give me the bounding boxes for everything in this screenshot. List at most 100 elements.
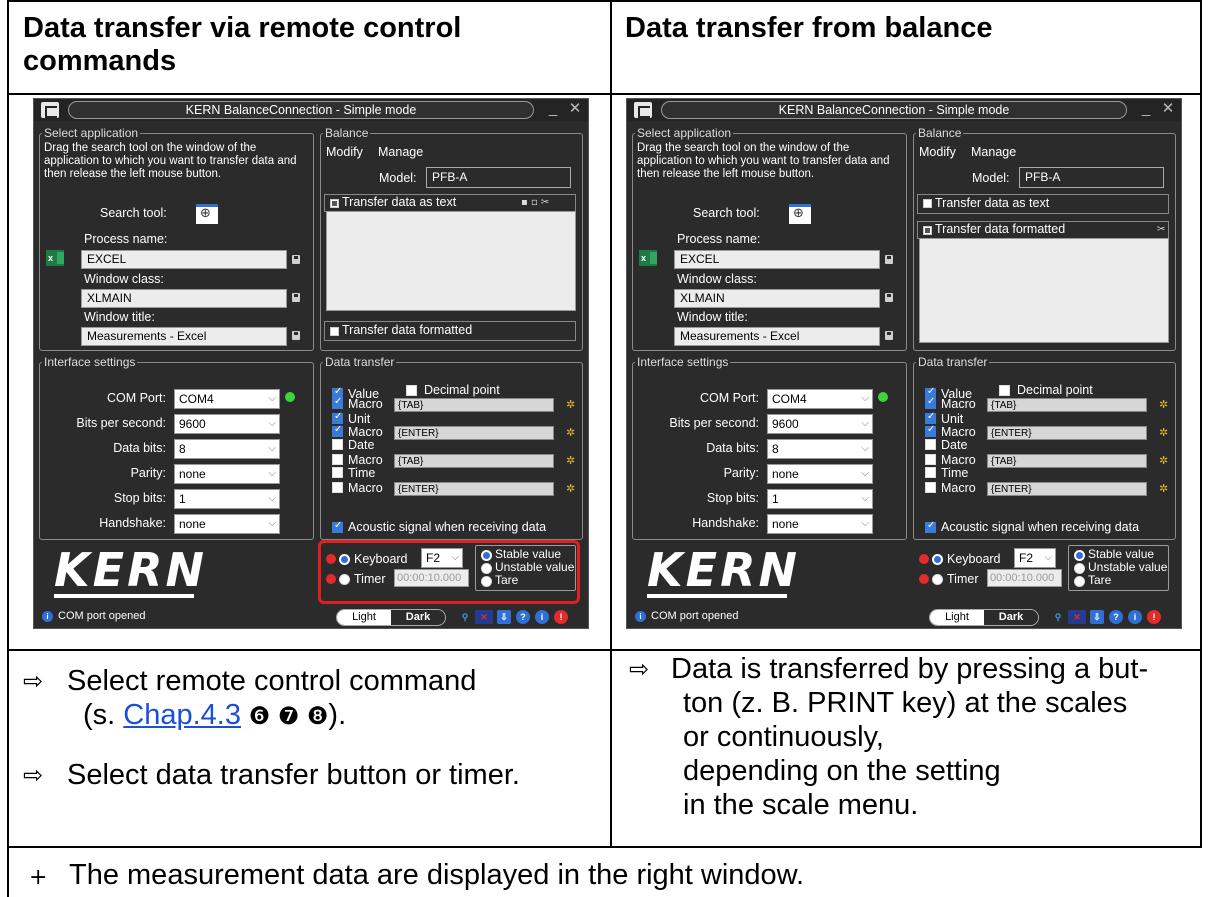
theme-toggle[interactable]: Light Dark <box>336 609 446 626</box>
com-port-select[interactable]: COM4 ⌵ <box>767 389 873 409</box>
data-item-checkbox[interactable] <box>925 467 936 478</box>
close-icon[interactable]: ✕ <box>1157 100 1179 119</box>
stop-bits-select[interactable]: 1 ⌵ <box>174 489 280 509</box>
balance-manage[interactable]: Manage <box>971 145 1016 159</box>
data-item-checkbox[interactable] <box>332 454 343 465</box>
minimize-icon[interactable]: _ <box>1135 100 1157 119</box>
theme-toggle[interactable]: Light Dark <box>929 609 1039 626</box>
macro-field[interactable]: {TAB} <box>987 398 1147 412</box>
transfer-formatted-checkbox[interactable] <box>923 226 932 235</box>
save-title-icon[interactable] <box>292 331 300 340</box>
formatted-tools-icon[interactable]: ✂ <box>1157 224 1165 235</box>
process-name-field[interactable]: EXCEL <box>674 250 880 269</box>
data-item-checkbox[interactable] <box>925 396 936 409</box>
macro-field[interactable]: {ENTER} <box>394 426 554 440</box>
window-class-field[interactable]: XLMAIN <box>674 289 880 308</box>
help-icon[interactable]: ? <box>516 610 530 624</box>
balance-modify[interactable]: Modify <box>919 145 956 159</box>
download-icon[interactable]: ⇩ <box>497 610 511 624</box>
theme-light[interactable]: Light <box>930 610 984 625</box>
macro-wand-icon[interactable]: ✲ <box>1159 454 1168 467</box>
handshake-select[interactable]: none ⌵ <box>767 514 873 534</box>
parity-select[interactable]: none ⌵ <box>767 464 873 484</box>
macro-wand-icon[interactable]: ✲ <box>1159 426 1168 439</box>
title-bar[interactable]: KERN BalanceConnection - Simple mode _ ✕ <box>34 99 588 121</box>
decimal-point-checkbox[interactable] <box>406 385 417 396</box>
save-class-icon[interactable] <box>885 293 893 302</box>
macro-wand-icon[interactable]: ✲ <box>566 454 575 467</box>
macro-wand-icon[interactable]: ✲ <box>566 482 575 495</box>
keyboard-radio[interactable] <box>932 554 943 565</box>
macro-wand-icon[interactable]: ✲ <box>566 398 575 411</box>
model-field[interactable]: PFB-A <box>1019 167 1164 188</box>
theme-dark[interactable]: Dark <box>391 610 445 625</box>
com-port-select[interactable]: COM4 ⌵ <box>174 389 280 409</box>
macro-field[interactable]: {TAB} <box>394 454 554 468</box>
acoustic-checkbox[interactable] <box>925 520 936 533</box>
macro-field[interactable]: {ENTER} <box>394 482 554 496</box>
acoustic-checkbox[interactable] <box>332 520 343 533</box>
macro-field[interactable]: {TAB} <box>394 398 554 412</box>
window-title-field[interactable]: Measurements - Excel <box>674 327 880 346</box>
window-title-field[interactable]: Measurements - Excel <box>81 327 287 346</box>
transfer-formatted-checkbox[interactable] <box>330 327 339 336</box>
macro-wand-icon[interactable]: ✲ <box>1159 482 1168 495</box>
timer-record-icon[interactable] <box>919 574 929 584</box>
stop-bits-select[interactable]: 1 ⌵ <box>767 489 873 509</box>
transfer-text-area[interactable] <box>326 211 576 311</box>
data-item-checkbox[interactable] <box>332 424 343 437</box>
macro-field[interactable]: {TAB} <box>987 454 1147 468</box>
macro-field[interactable]: {ENTER} <box>987 426 1147 440</box>
handshake-select[interactable]: none ⌵ <box>174 514 280 534</box>
data-item-checkbox[interactable] <box>925 482 936 493</box>
power-icon[interactable]: ! <box>1147 610 1161 624</box>
chap-link[interactable]: Chap.4.3 <box>123 699 241 731</box>
download-icon[interactable]: ⇩ <box>1090 610 1104 624</box>
language-flag-icon[interactable]: ✕ <box>1068 610 1086 624</box>
bits-per-second-select[interactable]: 9600 ⌵ <box>174 414 280 434</box>
macro-field[interactable]: {ENTER} <box>987 482 1147 496</box>
save-class-icon[interactable] <box>292 293 300 302</box>
data-item-checkbox[interactable] <box>925 424 936 437</box>
data-bits-select[interactable]: 8 ⌵ <box>174 439 280 459</box>
bits-per-second-select[interactable]: 9600 ⌵ <box>767 414 873 434</box>
text-tools-icon[interactable]: ▪ ▫ ✂ <box>521 197 549 208</box>
save-title-icon[interactable] <box>885 331 893 340</box>
search-target-icon[interactable] <box>789 204 811 224</box>
app-icon[interactable] <box>634 102 652 118</box>
transfer-text-checkbox[interactable] <box>330 199 339 208</box>
keyboard-key-select[interactable]: F2 ⌵ <box>1014 548 1056 568</box>
connect-icon[interactable]: ⚲ <box>1051 610 1065 624</box>
help-icon[interactable]: ? <box>1109 610 1123 624</box>
transfer-text-checkbox[interactable] <box>923 199 932 208</box>
power-icon[interactable]: ! <box>554 610 568 624</box>
data-item-checkbox[interactable] <box>332 411 343 424</box>
data-item-checkbox[interactable] <box>925 411 936 424</box>
macro-wand-icon[interactable]: ✲ <box>1159 398 1168 411</box>
data-bits-select[interactable]: 8 ⌵ <box>767 439 873 459</box>
about-icon[interactable]: i <box>1128 610 1142 624</box>
keyboard-record-icon[interactable] <box>919 554 929 564</box>
timer-field[interactable]: 00:00:10.000 <box>987 569 1062 587</box>
connect-icon[interactable]: ⚲ <box>458 610 472 624</box>
tare-radio[interactable] <box>1074 576 1085 587</box>
about-icon[interactable]: i <box>535 610 549 624</box>
search-target-icon[interactable] <box>196 204 218 224</box>
close-icon[interactable]: ✕ <box>564 100 586 119</box>
title-bar[interactable]: KERN BalanceConnection - Simple mode _ ✕ <box>627 99 1181 121</box>
balance-manage[interactable]: Manage <box>378 145 423 159</box>
data-item-checkbox[interactable] <box>332 467 343 478</box>
unstable-radio[interactable] <box>1074 563 1085 574</box>
balance-modify[interactable]: Modify <box>326 145 363 159</box>
data-item-checkbox[interactable] <box>925 454 936 465</box>
data-item-checkbox[interactable] <box>332 439 343 450</box>
minimize-icon[interactable]: _ <box>542 100 564 119</box>
save-process-icon[interactable] <box>292 255 300 264</box>
language-flag-icon[interactable]: ✕ <box>475 610 493 624</box>
process-name-field[interactable]: EXCEL <box>81 250 287 269</box>
stable-radio[interactable] <box>1074 550 1085 561</box>
app-icon[interactable] <box>41 102 59 118</box>
theme-dark[interactable]: Dark <box>984 610 1038 625</box>
save-process-icon[interactable] <box>885 255 893 264</box>
transfer-formatted-area[interactable] <box>919 238 1169 343</box>
